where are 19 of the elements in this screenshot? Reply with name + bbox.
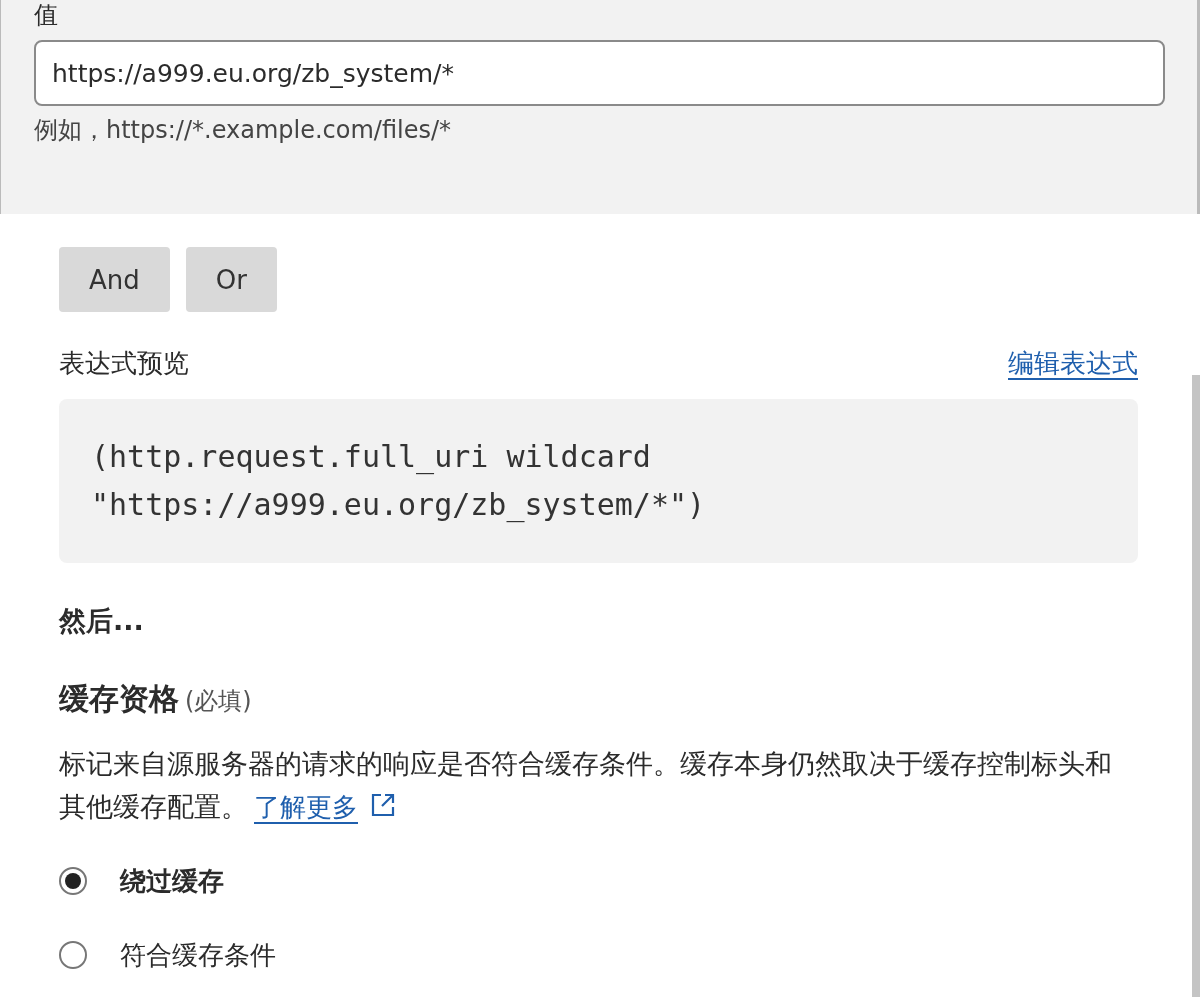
preview-label: 表达式预览 bbox=[59, 347, 189, 380]
learn-more-link[interactable]: 了解更多 bbox=[254, 792, 358, 822]
operator-button[interactable]: And bbox=[59, 247, 170, 312]
description-paragraph: 标记来自源服务器的请求的响应是否符合缓存条件。缓存本身仍然取决于缓存控制标头和其他缓存配置。 了解更多 bbox=[59, 747, 1113, 824]
required-note: (必填) bbox=[185, 686, 252, 717]
option-label: 绕过缓存 bbox=[120, 864, 224, 898]
field-hint: 例如，https://*.example.com/files/* bbox=[34, 115, 453, 146]
operator-button[interactable]: Or bbox=[185, 247, 277, 312]
value-input[interactable]: https://a999.eu.org/zb_system/* bbox=[34, 40, 1165, 106]
field-label: 值 bbox=[34, 2, 59, 28]
radio-button[interactable] bbox=[59, 867, 87, 895]
scrollbar[interactable] bbox=[1192, 375, 1200, 997]
external-link-icon[interactable] bbox=[370, 792, 396, 818]
expression-code: (http.request.full_uri wildcard "https://a999.eu.org/zb_system/*") bbox=[59, 399, 1138, 563]
edit-expression-link[interactable]: 编辑表达式 bbox=[1008, 346, 1138, 381]
option-label: 符合缓存条件 bbox=[120, 938, 276, 972]
section-title: 缓存资格 bbox=[59, 680, 179, 718]
then-heading: 然后... bbox=[59, 604, 145, 638]
radio-button[interactable] bbox=[59, 941, 87, 969]
